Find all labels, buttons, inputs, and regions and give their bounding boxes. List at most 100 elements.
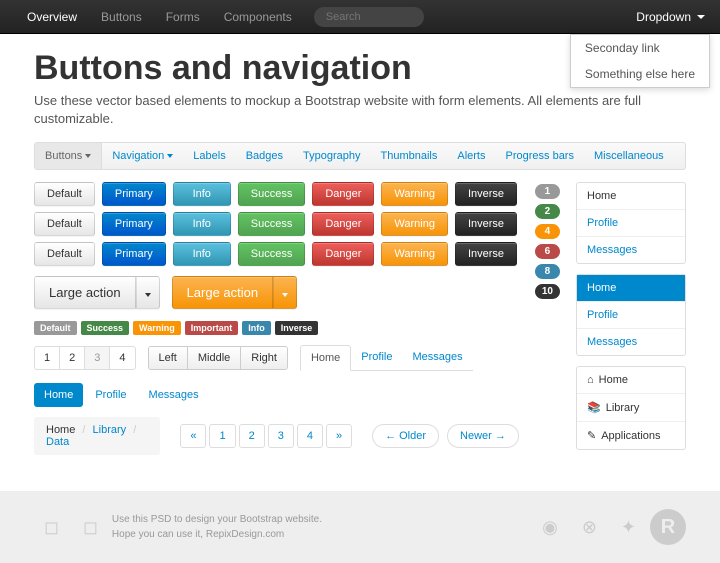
nav-forms[interactable]: Forms <box>154 2 212 32</box>
btn-success[interactable]: Success <box>238 182 306 206</box>
dropdown-item[interactable]: Seconday link <box>571 35 709 61</box>
tab-buttons[interactable]: Buttons <box>35 143 102 169</box>
nav-buttons[interactable]: Buttons <box>89 2 154 32</box>
page-4[interactable]: 4 <box>297 424 323 448</box>
tab-messages[interactable]: Messages <box>402 345 472 370</box>
label-default: Default <box>34 321 77 335</box>
btn-info[interactable]: Info <box>173 182 231 206</box>
btn-left[interactable]: Left <box>149 347 188 369</box>
label-info: Info <box>242 321 271 335</box>
large-action-default[interactable]: Large action <box>34 276 160 309</box>
list-applications[interactable]: ✎Applications <box>577 422 685 449</box>
nav-list-2: Home Profile Messages <box>576 274 686 356</box>
tab-navigation[interactable]: Navigation <box>102 143 183 169</box>
html5-icon: ◻ <box>44 517 59 538</box>
pencil-icon: ✎ <box>587 430 596 442</box>
page-3[interactable]: 3 <box>268 424 294 448</box>
btn-inverse[interactable]: Inverse <box>455 242 517 266</box>
large-action-warning[interactable]: Large action <box>172 276 298 309</box>
tab-progress[interactable]: Progress bars <box>496 143 584 169</box>
large-action-btn[interactable]: Large action <box>172 276 274 309</box>
tab-profile[interactable]: Profile <box>351 345 402 370</box>
page-2[interactable]: 2 <box>60 347 85 369</box>
btn-info[interactable]: Info <box>173 242 231 266</box>
large-action-caret[interactable] <box>136 276 160 309</box>
css3-icon: ◻ <box>83 517 98 538</box>
pill-home[interactable]: Home <box>34 383 83 407</box>
btn-danger[interactable]: Danger <box>312 242 374 266</box>
list-home[interactable]: Home <box>577 183 685 210</box>
list-home[interactable]: Home <box>577 275 685 302</box>
twitter-icon[interactable]: ✦ <box>621 517 636 538</box>
btn-default[interactable]: Default <box>34 182 95 206</box>
list-profile[interactable]: Profile <box>577 210 685 237</box>
pagination-boxed: « 1 2 3 4 » <box>180 424 352 448</box>
page-prev[interactable]: « <box>180 424 206 448</box>
large-action-caret[interactable] <box>273 276 297 309</box>
btn-info[interactable]: Info <box>173 212 231 236</box>
tab-misc[interactable]: Miscellaneous <box>584 143 674 169</box>
pager: ← Older Newer → <box>372 424 519 448</box>
search-input[interactable] <box>314 7 424 27</box>
btn-default[interactable]: Default <box>34 242 95 266</box>
tab-home[interactable]: Home <box>300 345 351 371</box>
dropdown-toggle[interactable]: Dropdown <box>636 10 705 24</box>
btn-right[interactable]: Right <box>241 347 287 369</box>
list-library[interactable]: 📚Library <box>577 394 685 422</box>
badge: 10 <box>535 284 560 299</box>
list-profile[interactable]: Profile <box>577 302 685 329</box>
dropdown-item[interactable]: Something else here <box>571 61 709 87</box>
pager-older[interactable]: ← Older <box>372 424 439 448</box>
nav-list-3: ⌂Home 📚Library ✎Applications <box>576 366 686 450</box>
btn-primary[interactable]: Primary <box>102 242 166 266</box>
page-next[interactable]: » <box>326 424 352 448</box>
top-navbar: Overview Buttons Forms Components Dropdo… <box>0 0 720 34</box>
list-messages[interactable]: Messages <box>577 237 685 263</box>
btn-middle[interactable]: Middle <box>188 347 241 369</box>
dribbble-icon[interactable]: ⊗ <box>582 517 597 538</box>
label-warning: Warning <box>133 321 181 335</box>
pill-messages[interactable]: Messages <box>139 383 209 407</box>
page-2[interactable]: 2 <box>239 424 265 448</box>
page-3[interactable]: 3 <box>85 347 110 369</box>
btn-warning[interactable]: Warning <box>381 242 448 266</box>
tab-typography[interactable]: Typography <box>293 143 370 169</box>
tab-labels[interactable]: Labels <box>183 143 235 169</box>
page-lead: Use these vector based elements to mocku… <box>34 92 686 128</box>
footer-link[interactable]: RepixDesign.com <box>206 529 284 540</box>
btn-warning[interactable]: Warning <box>381 182 448 206</box>
btn-primary[interactable]: Primary <box>102 212 166 236</box>
btn-danger[interactable]: Danger <box>312 212 374 236</box>
btn-inverse[interactable]: Inverse <box>455 212 517 236</box>
badge: 1 <box>535 184 560 199</box>
list-home[interactable]: ⌂Home <box>577 367 685 394</box>
home-icon: ⌂ <box>587 374 594 386</box>
repix-logo: R <box>650 509 686 545</box>
pager-newer[interactable]: Newer → <box>447 424 519 448</box>
page-4[interactable]: 4 <box>110 347 134 369</box>
tab-alerts[interactable]: Alerts <box>447 143 495 169</box>
footer-line1: Use this PSD to design your Bootstrap we… <box>112 514 322 525</box>
btn-warning[interactable]: Warning <box>381 212 448 236</box>
badge: 6 <box>535 244 560 259</box>
crumb-library[interactable]: Library <box>93 424 127 436</box>
crumb-data[interactable]: Data <box>46 436 69 448</box>
tab-badges[interactable]: Badges <box>236 143 293 169</box>
btn-success[interactable]: Success <box>238 242 306 266</box>
pill-profile[interactable]: Profile <box>85 383 136 407</box>
page-1[interactable]: 1 <box>35 347 60 369</box>
btn-primary[interactable]: Primary <box>102 182 166 206</box>
btn-inverse[interactable]: Inverse <box>455 182 517 206</box>
btn-success[interactable]: Success <box>238 212 306 236</box>
nav-components[interactable]: Components <box>212 2 304 32</box>
btn-default[interactable]: Default <box>34 212 95 236</box>
nav-overview[interactable]: Overview <box>15 2 89 32</box>
section-tabs: Buttons Navigation Labels Badges Typogra… <box>34 142 686 170</box>
page-1[interactable]: 1 <box>209 424 235 448</box>
large-action-btn[interactable]: Large action <box>34 276 136 309</box>
badges-column: 1 2 4 6 8 10 <box>535 182 560 460</box>
tab-thumbnails[interactable]: Thumbnails <box>371 143 448 169</box>
list-messages[interactable]: Messages <box>577 329 685 355</box>
btn-danger[interactable]: Danger <box>312 182 374 206</box>
rss-icon[interactable]: ◉ <box>542 517 558 538</box>
